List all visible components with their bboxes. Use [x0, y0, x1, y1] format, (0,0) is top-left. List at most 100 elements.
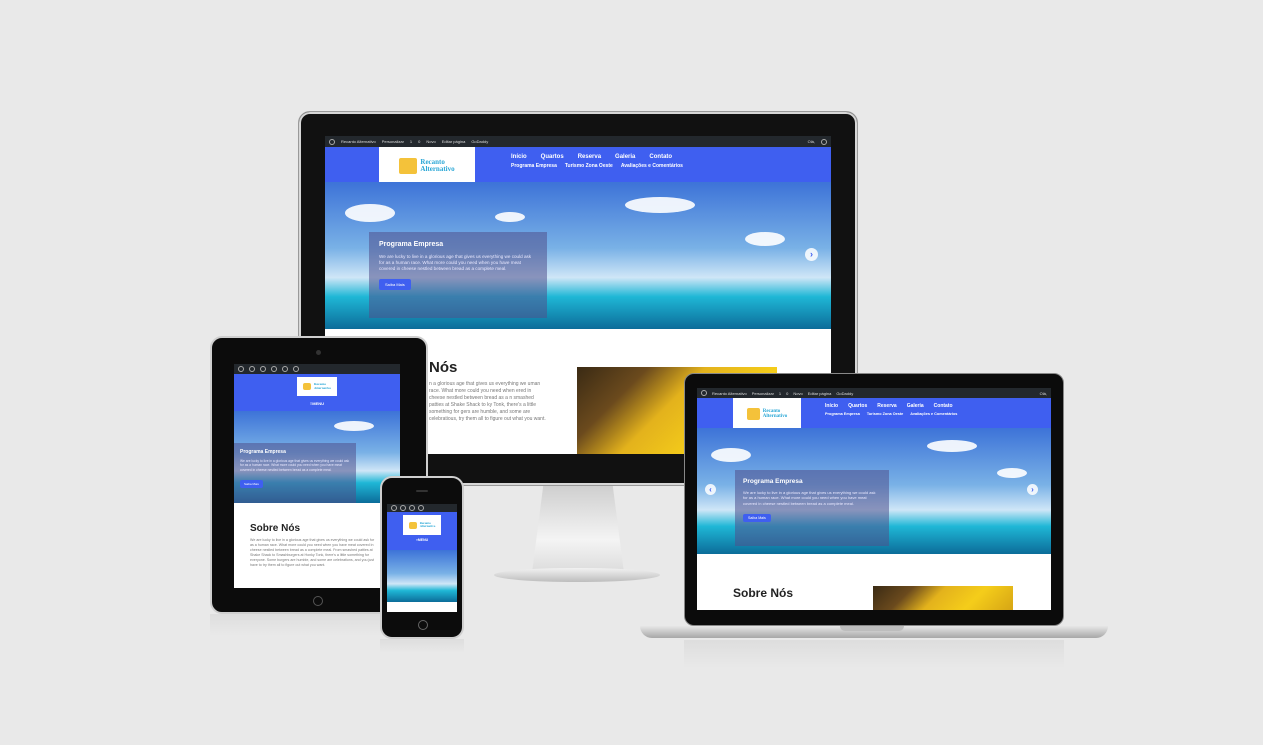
phone-screen: Recanto Alternativo ≡MENU — [387, 504, 457, 612]
laptop-screen: Recanto Alternativo Personalizar 1 0 Nov… — [697, 388, 1051, 610]
laptop-admin-bar: Recanto Alternativo Personalizar 1 0 Nov… — [697, 388, 1051, 398]
laptop-about: Sobre Nós — [697, 554, 1051, 610]
customize-icon[interactable] — [249, 366, 255, 372]
tablet-menu-toggle[interactable]: ≡MENU — [310, 401, 324, 406]
phone-frame: Recanto Alternativo ≡MENU — [380, 476, 464, 639]
laptop-admin-updates[interactable]: 1 — [779, 391, 781, 396]
wordpress-icon[interactable] — [391, 505, 397, 511]
tablet-about-title: Sobre Nós — [250, 523, 301, 534]
nav-quartos[interactable]: Quartos — [541, 154, 564, 160]
logo-line2: Alternativo — [420, 165, 455, 173]
search-icon[interactable] — [821, 138, 827, 145]
laptop-admin-site[interactable]: Recanto Alternativo — [712, 391, 747, 396]
admin-updates[interactable]: 1 — [410, 139, 412, 144]
admin-site-name[interactable]: Recanto Alternativo — [341, 139, 376, 144]
laptop-nav-inicio[interactable]: Início — [825, 403, 838, 409]
phone-home-button[interactable] — [418, 620, 428, 630]
laptop-logo[interactable]: Recanto Alternativo — [733, 398, 801, 430]
phone-logo-line2: Alternativo — [419, 524, 436, 528]
tablet-admin-bar — [234, 364, 400, 374]
main-nav: Início Quartos Reserva Galeria Contato P… — [511, 154, 683, 169]
laptop-admin-new[interactable]: Novo — [793, 391, 802, 396]
laptop-header: Recanto Alternativo Início Quartos Reser… — [697, 398, 1051, 430]
admin-godaddy[interactable]: GoDaddy — [471, 139, 488, 144]
wordpress-icon[interactable] — [701, 390, 707, 396]
edit-icon[interactable] — [293, 366, 299, 372]
monitor-base — [494, 568, 660, 582]
laptop-admin-greeting[interactable]: Olá, — [1040, 391, 1047, 396]
admin-greeting[interactable]: Olá, — [808, 139, 815, 144]
house-icon — [408, 521, 417, 529]
house-icon — [302, 383, 311, 390]
tablet-camera — [316, 350, 321, 355]
laptop-admin-godaddy[interactable]: GoDaddy — [836, 391, 853, 396]
laptop-nav-avaliacoes[interactable]: Avaliações e Comentários — [910, 412, 957, 416]
hero-slider: Programa Empresa We are lucky to live in… — [325, 182, 831, 329]
laptop-admin-customize[interactable]: Personalizar — [752, 391, 774, 396]
next-arrow-icon[interactable]: › — [805, 248, 818, 261]
admin-edit-page[interactable]: Editar página — [442, 139, 466, 144]
phone-reflection — [380, 639, 464, 653]
add-icon[interactable] — [409, 505, 415, 511]
laptop-reflection — [684, 640, 1064, 668]
tablet-home-button[interactable] — [313, 596, 323, 606]
tablet-logo[interactable]: Recanto Alternativo — [297, 377, 337, 396]
updates-icon[interactable] — [260, 366, 266, 372]
nav-programa-empresa[interactable]: Programa Empresa — [511, 163, 557, 169]
hero-panel: Programa Empresa We are lucky to live in… — [369, 232, 547, 318]
site-logo[interactable]: Recanto Alternativo — [379, 147, 475, 185]
laptop-hero-title: Programa Empresa — [743, 478, 803, 485]
tablet-hero-title: Programa Empresa — [240, 449, 286, 455]
next-arrow-icon[interactable]: › — [1027, 484, 1038, 495]
laptop-admin-edit[interactable]: Editar página — [808, 391, 832, 396]
laptop-hero: ‹ Programa Empresa We are lucky to live … — [697, 428, 1051, 554]
laptop-lid: Recanto Alternativo Personalizar 1 0 Nov… — [684, 373, 1064, 626]
admin-customize[interactable]: Personalizar — [382, 139, 404, 144]
phone-menu-toggle[interactable]: ≡MENU — [416, 538, 428, 542]
laptop-admin-comments[interactable]: 0 — [786, 391, 788, 396]
laptop-notch — [840, 626, 904, 631]
site-header: Recanto Alternativo Início Quartos Reser… — [325, 147, 831, 185]
comments-icon[interactable] — [271, 366, 277, 372]
laptop-nav: Início Quartos Reserva Galeria Contato P… — [825, 403, 957, 416]
hero-title: Programa Empresa — [379, 241, 444, 248]
laptop-nav-quartos[interactable]: Quartos — [848, 403, 867, 409]
wordpress-icon[interactable] — [238, 366, 244, 372]
laptop-nav-turismo[interactable]: Turismo Zona Oeste — [867, 412, 903, 416]
phone-logo[interactable]: Recanto Alternativo — [403, 515, 441, 535]
tablet-hero: Programa Empresa We are lucky to live in… — [234, 411, 400, 503]
admin-comments[interactable]: 0 — [418, 139, 420, 144]
tablet-hero-button[interactable]: Saiba Mais — [240, 480, 263, 489]
about-title: Nós — [429, 359, 458, 376]
add-icon[interactable] — [282, 366, 288, 372]
laptop-nav-programa[interactable]: Programa Empresa — [825, 412, 860, 416]
nav-reserva[interactable]: Reserva — [578, 154, 601, 160]
laptop-nav-contato[interactable]: Contato — [934, 403, 953, 409]
tablet-logo-line2: Alternativo — [313, 385, 332, 390]
laptop-nav-galeria[interactable]: Galeria — [907, 403, 924, 409]
nav-avaliacoes[interactable]: Avaliações e Comentários — [621, 163, 683, 169]
hero-button[interactable]: Saiba Mais — [379, 278, 411, 290]
laptop-hero-button[interactable]: Saiba Mais — [743, 514, 771, 523]
laptop-nav-reserva[interactable]: Reserva — [877, 403, 896, 409]
nav-galeria[interactable]: Galeria — [615, 154, 635, 160]
hero-text: We are lucky to live in a glorious age t… — [379, 254, 532, 272]
tablet-about-text: We are lucky to live in a glorious age t… — [250, 538, 375, 568]
tablet-about: Sobre Nós We are lucky to live in a glor… — [234, 503, 400, 574]
phone-hero — [387, 550, 457, 602]
nav-turismo[interactable]: Turismo Zona Oeste — [565, 163, 613, 169]
admin-bar: Recanto Alternativo Personalizar 1 0 Nov… — [325, 136, 831, 147]
house-icon — [399, 158, 418, 174]
phone-admin-bar — [387, 504, 457, 512]
laptop-about-image — [873, 586, 1013, 610]
laptop-hero-text: We are lucky to live in a glorious age t… — [743, 490, 876, 506]
wordpress-icon[interactable] — [329, 138, 335, 145]
nav-inicio[interactable]: Início — [511, 154, 527, 160]
nav-contato[interactable]: Contato — [649, 154, 672, 160]
prev-arrow-icon[interactable]: ‹ — [705, 484, 716, 495]
customize-icon[interactable] — [400, 505, 406, 511]
admin-new[interactable]: Novo — [426, 139, 435, 144]
edit-icon[interactable] — [418, 505, 424, 511]
tablet-hero-panel: Programa Empresa We are lucky to live in… — [234, 443, 356, 503]
phone-header: Recanto Alternativo ≡MENU — [387, 512, 457, 550]
